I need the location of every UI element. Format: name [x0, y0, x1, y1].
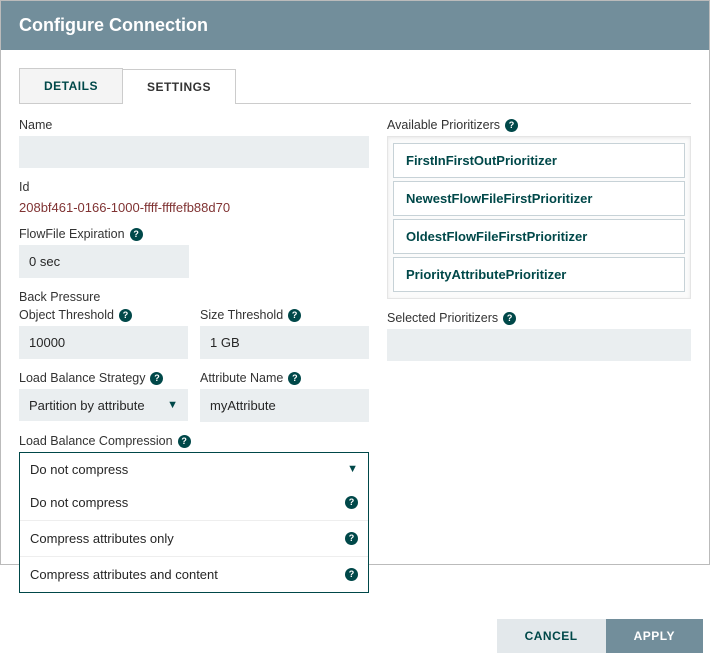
lb-compression-selected[interactable]: Do not compress ▼	[20, 453, 368, 485]
selected-prioritizers-label: Selected Prioritizers ?	[387, 311, 691, 325]
selected-prioritizers-list[interactable]	[387, 329, 691, 361]
size-threshold-input[interactable]: 1 GB	[200, 326, 369, 359]
field-id: Id 208bf461-0166-1000-ffff-ffffefb88d70	[19, 180, 369, 215]
help-icon[interactable]: ?	[130, 228, 143, 241]
chevron-down-icon: ▼	[167, 399, 178, 411]
lb-strategy-select[interactable]: Partition by attribute ▼	[19, 389, 188, 421]
help-icon[interactable]: ?	[150, 372, 163, 385]
flowfile-expiration-input[interactable]: 0 sec	[19, 245, 189, 278]
cancel-button[interactable]: CANCEL	[497, 619, 606, 653]
field-flowfile-expiration: FlowFile Expiration ? 0 sec	[19, 227, 189, 278]
prioritizer-item[interactable]: PriorityAttributePrioritizer	[393, 257, 685, 292]
lb-compression-label: Load Balance Compression ?	[19, 434, 369, 448]
available-prioritizers-list: FirstInFirstOutPrioritizer NewestFlowFil…	[387, 136, 691, 299]
attribute-name-input[interactable]: myAttribute	[200, 389, 369, 422]
apply-button[interactable]: APPLY	[606, 619, 703, 653]
lb-compression-option[interactable]: Compress attributes only ?	[20, 520, 368, 556]
field-object-threshold: Object Threshold ? 10000	[19, 308, 188, 359]
field-size-threshold: Size Threshold ? 1 GB	[200, 308, 369, 359]
dialog-configure-connection: Configure Connection DETAILS SETTINGS Na…	[0, 0, 710, 565]
prioritizer-item[interactable]: NewestFlowFileFirstPrioritizer	[393, 181, 685, 216]
name-input[interactable]	[19, 136, 369, 168]
help-icon[interactable]: ?	[345, 496, 358, 509]
help-icon[interactable]: ?	[345, 532, 358, 545]
dialog-title: Configure Connection	[1, 1, 709, 50]
help-icon[interactable]: ?	[178, 435, 191, 448]
field-name: Name	[19, 118, 369, 168]
field-lb-strategy: Load Balance Strategy ? Partition by att…	[19, 371, 188, 422]
size-threshold-label: Size Threshold ?	[200, 308, 369, 322]
attribute-name-label: Attribute Name ?	[200, 371, 369, 385]
field-available-prioritizers: Available Prioritizers ? FirstInFirstOut…	[387, 118, 691, 299]
chevron-down-icon: ▼	[347, 463, 358, 475]
object-threshold-input[interactable]: 10000	[19, 326, 188, 359]
lb-compression-option[interactable]: Compress attributes and content ?	[20, 556, 368, 592]
lb-compression-option[interactable]: Do not compress ?	[20, 485, 368, 520]
left-column: Name Id 208bf461-0166-1000-ffff-ffffefb8…	[19, 118, 369, 605]
tab-details[interactable]: DETAILS	[19, 68, 123, 103]
field-lb-compression: Load Balance Compression ? Do not compre…	[19, 434, 369, 593]
field-back-pressure: Back Pressure	[19, 290, 369, 304]
help-icon[interactable]: ?	[119, 309, 132, 322]
dialog-footer: CANCEL APPLY	[1, 613, 709, 659]
flowfile-expiration-label: FlowFile Expiration ?	[19, 227, 189, 241]
lb-strategy-label: Load Balance Strategy ?	[19, 371, 188, 385]
help-icon[interactable]: ?	[503, 312, 516, 325]
right-column: Available Prioritizers ? FirstInFirstOut…	[387, 118, 691, 605]
lb-compression-select[interactable]: Do not compress ▼ Do not compress ? Comp…	[19, 452, 369, 593]
object-threshold-label: Object Threshold ?	[19, 308, 188, 322]
help-icon[interactable]: ?	[505, 119, 518, 132]
tabs: DETAILS SETTINGS	[19, 68, 691, 104]
help-icon[interactable]: ?	[288, 309, 301, 322]
back-pressure-label: Back Pressure	[19, 290, 369, 304]
prioritizer-item[interactable]: FirstInFirstOutPrioritizer	[393, 143, 685, 178]
tab-settings[interactable]: SETTINGS	[122, 69, 236, 104]
help-icon[interactable]: ?	[288, 372, 301, 385]
settings-content: Name Id 208bf461-0166-1000-ffff-ffffefb8…	[19, 104, 691, 605]
prioritizer-item[interactable]: OldestFlowFileFirstPrioritizer	[393, 219, 685, 254]
help-icon[interactable]: ?	[345, 568, 358, 581]
id-value: 208bf461-0166-1000-ffff-ffffefb88d70	[19, 198, 369, 215]
available-prioritizers-label: Available Prioritizers ?	[387, 118, 691, 132]
id-label: Id	[19, 180, 369, 194]
name-label: Name	[19, 118, 369, 132]
field-selected-prioritizers: Selected Prioritizers ?	[387, 311, 691, 361]
field-attribute-name: Attribute Name ? myAttribute	[200, 371, 369, 422]
dialog-body: DETAILS SETTINGS Name Id 208bf461-0166-1…	[1, 50, 709, 613]
